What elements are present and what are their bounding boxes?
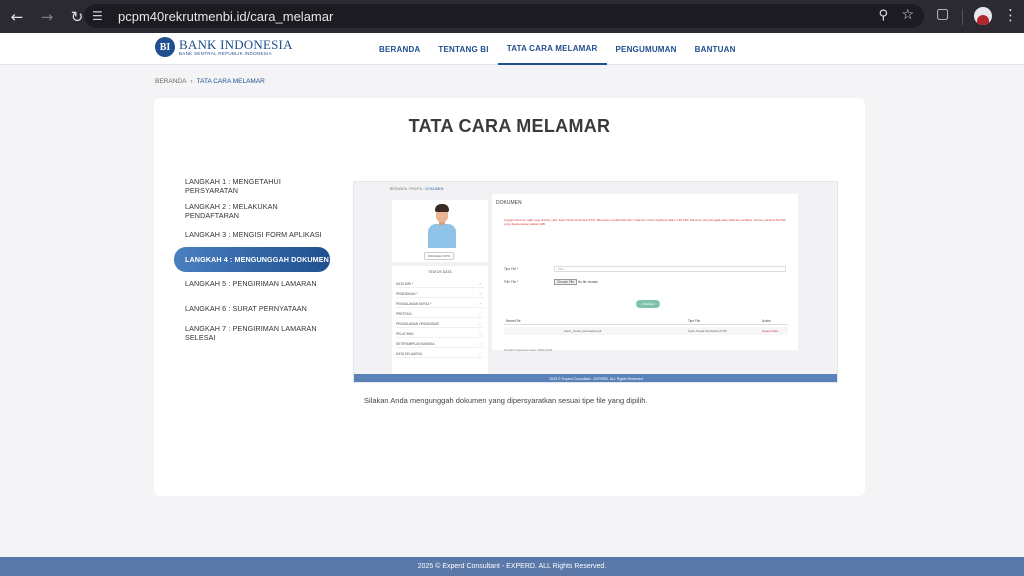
status-row: PRESTASI ○	[396, 310, 484, 318]
extensions-icon[interactable]: ▢	[936, 6, 949, 22]
step-5[interactable]: LANGKAH 5 : PENGIRIMAN LAMARAN	[174, 272, 330, 296]
page-title: TATA CARA MELAMAR	[408, 116, 611, 136]
toolbar-divider	[962, 9, 963, 25]
breadcrumb-home[interactable]: BERANDA	[155, 78, 186, 85]
main-nav: BERANDA TENTANG BI TATA CARA MELAMAR PEN…	[370, 33, 745, 65]
illustration-breadcrumb-mid: PROFIL	[409, 187, 423, 191]
step-2[interactable]: LANGKAH 2 : MELAKUKAN PENDAFTARAN	[174, 198, 330, 222]
status-row: DATA DIRI * ✓	[396, 280, 484, 288]
forward-icon[interactable]: →	[34, 4, 60, 30]
circle-icon: ○	[478, 351, 482, 356]
illustration-table-header: Nama File Tipe File Action	[504, 319, 788, 325]
avatar-illustration	[426, 204, 456, 248]
step-4[interactable]: LANGKAH 4 : MENGUNGGAH DOKUMEN	[174, 247, 330, 272]
illustration-table-row: Kartu_Tanda_Penduduk.pdf Kartu Tanda Pen…	[504, 327, 788, 335]
circle-icon: ○	[478, 321, 482, 326]
status-row: PELATIHAN ○	[396, 330, 484, 338]
menu-icon[interactable]: ⋮	[1003, 6, 1018, 24]
zoom-icon[interactable]: ⚲	[878, 8, 888, 23]
step-6[interactable]: LANGKAH 6 : SURAT PERNYATAAN	[174, 296, 330, 320]
check-icon: ✓	[478, 291, 482, 296]
content-card: TATA CARA MELAMAR LANGKAH 1 : MENGETAHUI…	[154, 98, 865, 496]
status-row: PENDIDIKAN * ✓	[396, 290, 484, 298]
bank-indonesia-logo[interactable]: BI BANK INDONESIA BANK SENTRAL REPUBLIK …	[155, 37, 293, 57]
illustration-breadcrumb-current: DOKUMEN	[425, 187, 444, 191]
site-footer: 2025 © Experd Consultant - EXPERD. ALL R…	[0, 557, 1024, 576]
step-1[interactable]: LANGKAH 1 : MENGETAHUI PERSYARATAN	[174, 174, 330, 198]
profile-icon[interactable]	[974, 7, 992, 25]
illustration-profile-box: UNGGAH FOTO	[392, 200, 488, 262]
check-icon: ✓	[478, 301, 482, 306]
illustration-doc-title: DOKUMEN	[496, 200, 522, 206]
logo-text: BANK INDONESIA BANK SENTRAL REPUBLIK IND…	[179, 38, 293, 57]
site-info-icon[interactable]: ☰	[92, 9, 112, 23]
circle-icon: ○	[478, 341, 482, 346]
step-3[interactable]: LANGKAH 3 : MENGISI FORM APLIKASI	[174, 223, 330, 247]
illustration-file-label: Pilih File *	[504, 280, 519, 284]
illustration-document-box: DOKUMEN Unggah dokumen wajib yang dimint…	[492, 194, 798, 352]
nav-tentang-bi[interactable]: TENTANG BI	[429, 33, 497, 65]
star-icon[interactable]: ☆	[901, 7, 914, 23]
back-icon[interactable]: ←	[4, 4, 30, 30]
address-bar[interactable]: ☰ pcpm40rekrutmenbi.id/cara_melamar ⚲ ☆	[84, 4, 924, 28]
steps-list: LANGKAH 1 : MENGETAHUI PERSYARATAN LANGK…	[174, 174, 330, 345]
logo-name: BANK INDONESIA	[179, 36, 293, 52]
check-icon: ✓	[478, 281, 482, 286]
site-header: BI BANK INDONESIA BANK SENTRAL REPUBLIK …	[0, 33, 1024, 65]
illustration-status-title: STATUS DATA	[428, 270, 452, 274]
breadcrumb-separator: ›	[190, 78, 193, 85]
illustration-footer: 2025 © Experd Consultant - EXPERD. ALL R…	[354, 374, 837, 382]
step-caption: Silakan Anda mengunggah dokumen yang dip…	[364, 396, 648, 405]
illustration-breadcrumb-home: BERANDA	[390, 187, 407, 191]
logo-mark-icon: BI	[155, 37, 175, 57]
nav-tata-cara-melamar[interactable]: TATA CARA MELAMAR	[497, 33, 607, 65]
illustration-note: Unggah dokumen wajib yang diminta, yaitu…	[504, 218, 786, 227]
browser-toolbar: ← → ↻ ☰ pcpm40rekrutmenbi.id/cara_melama…	[0, 0, 1024, 33]
status-row: PENGALAMAN KERJA * ✓	[396, 300, 484, 308]
circle-icon: ○	[478, 331, 482, 336]
illustration-choose-file: Choose File No file chosen	[554, 279, 598, 285]
url-text[interactable]: pcpm40rekrutmenbi.id/cara_melamar	[118, 9, 333, 24]
breadcrumb-current: TATA CARA MELAMAR	[196, 78, 265, 85]
nav-pengumuman[interactable]: PENGUMUMAN	[607, 33, 686, 65]
breadcrumb: BERANDA › TATA CARA MELAMAR	[155, 78, 265, 85]
nav-beranda[interactable]: BERANDA	[370, 33, 429, 65]
illustration-breadcrumb: BERANDA › PROFIL › DOKUMEN	[390, 187, 444, 191]
step-illustration: BERANDA › PROFIL › DOKUMEN UNGGAH FOTO S…	[353, 181, 838, 383]
step-7[interactable]: LANGKAH 7 : PENGIRIMAN LAMARAN SELESAI	[174, 320, 330, 344]
illustration-status-box: STATUS DATA DATA DIRI * ✓ PENDIDIKAN * ✓ P…	[392, 266, 488, 378]
illustration-small-note: Terakhir diperbarui data: 15/01/2025	[504, 348, 553, 352]
circle-icon: ○	[478, 311, 482, 316]
status-row: KETERAMPILAN BAHASA ○	[396, 340, 484, 348]
illustration-type-select: Pilih	[554, 266, 786, 272]
status-row: DATA KELUARGA ○	[396, 350, 484, 358]
nav-bantuan[interactable]: BANTUAN	[686, 33, 745, 65]
status-row: PENGALAMAN ORGANISASI ○	[396, 320, 484, 328]
illustration-upload-button: UNGGAH	[636, 300, 660, 308]
illustration-upload-photo: UNGGAH FOTO	[424, 252, 455, 260]
illustration-type-label: Tipe File *	[504, 267, 519, 271]
